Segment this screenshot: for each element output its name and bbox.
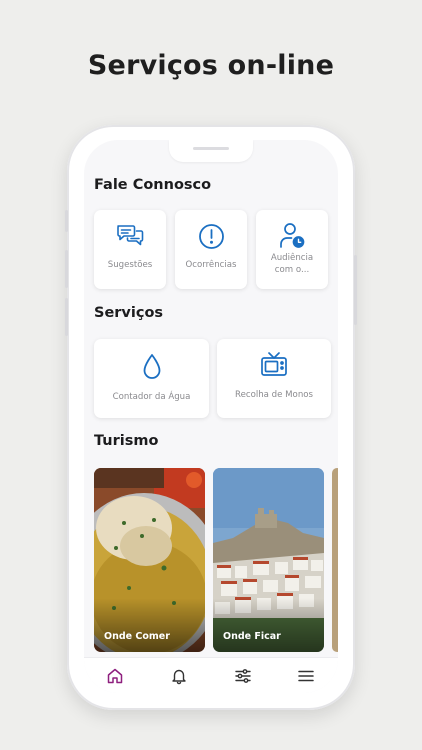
tourism-card-onde-comer[interactable]: Onde Comer — [94, 468, 205, 652]
phone-notch — [169, 140, 253, 162]
alert-circle-icon — [198, 223, 225, 250]
chat-bubbles-icon — [116, 223, 144, 249]
card-label-audiencia-line1: Audiência — [270, 253, 314, 263]
tourism-label-onde-ficar: Onde Ficar — [223, 631, 281, 642]
tv-icon — [260, 351, 288, 378]
tourism-label-onde-comer: Onde Comer — [104, 631, 170, 642]
phone-side-button-3 — [65, 298, 68, 336]
bottom-tab-bar — [84, 657, 338, 693]
home-icon[interactable] — [106, 667, 124, 685]
menu-icon[interactable] — [297, 667, 315, 685]
user-clock-icon — [279, 222, 305, 249]
section-title-services: Serviços — [94, 305, 164, 321]
headline: Serviços on-line — [87, 50, 335, 81]
sliders-icon[interactable] — [234, 667, 252, 685]
section-title-contact: Fale Connosco — [94, 177, 212, 193]
card-label-contador-agua: Contador da Água — [112, 392, 191, 402]
phone-side-button-2 — [65, 250, 68, 288]
card-label-sugestoes: Sugestões — [107, 260, 153, 270]
card-audiencia[interactable]: Audiência com o... — [256, 210, 328, 289]
water-drop-icon — [142, 353, 162, 380]
card-ocorrencias[interactable]: Ocorrências — [175, 210, 247, 289]
phone-speaker — [193, 147, 229, 150]
soup-dish-photo — [94, 468, 205, 652]
card-label-ocorrencias: Ocorrências — [185, 260, 237, 270]
card-contador-agua[interactable]: Contador da Água — [94, 339, 209, 418]
section-title-tourism: Turismo — [94, 433, 159, 449]
app-screen: Fale Connosco Sugestões Ocorrências Audi… — [84, 140, 338, 693]
bell-icon[interactable] — [170, 667, 188, 685]
card-sugestoes[interactable]: Sugestões — [94, 210, 166, 289]
tourism-card-onde-ficar[interactable]: Onde Ficar — [213, 468, 324, 652]
tourism-card-partial[interactable] — [332, 468, 338, 652]
phone-power-button — [354, 255, 357, 325]
card-label-audiencia-line2: com o... — [274, 265, 310, 275]
phone-side-button-1 — [65, 210, 68, 232]
card-recolha-monos[interactable]: Recolha de Monos — [217, 339, 331, 418]
card-label-recolha-monos: Recolha de Monos — [234, 390, 313, 400]
coastal-village-photo — [213, 468, 324, 652]
